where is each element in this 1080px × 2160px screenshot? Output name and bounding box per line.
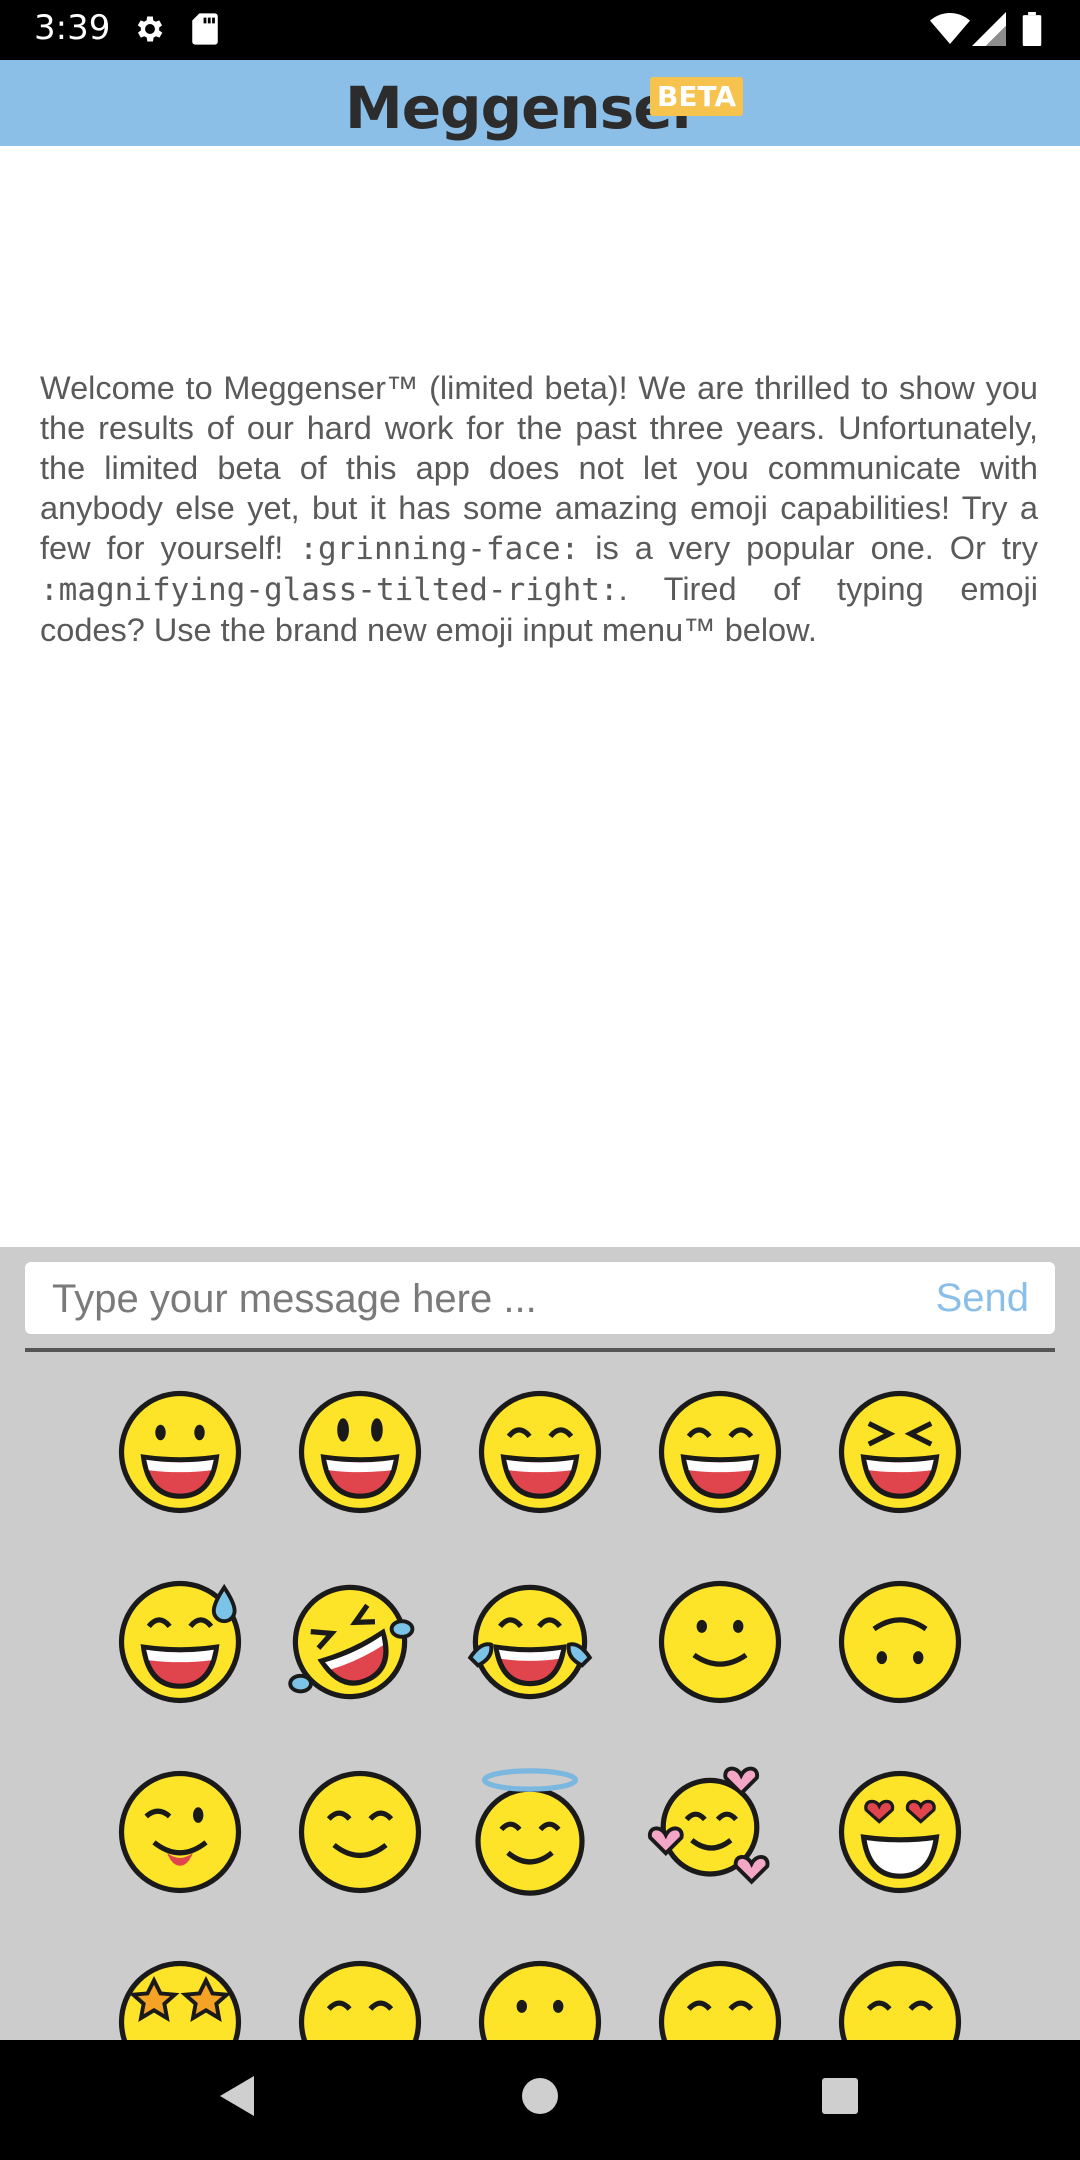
emoji-grinning-squinting-face[interactable]	[475, 1387, 605, 1517]
status-time: 3:39	[34, 8, 111, 48]
emoji-code-grinning-face: :grinning-face:	[299, 531, 580, 567]
emoji-face-partial[interactable]	[475, 1957, 605, 2040]
emoji-face-with-tears-of-joy[interactable]	[465, 1577, 595, 1707]
recents-icon[interactable]	[820, 2074, 860, 2123]
app-title: Meggenser	[345, 74, 700, 142]
message-box: Send	[25, 1262, 1055, 1334]
wifi-icon	[930, 12, 970, 51]
emoji-smiling-face-smiling-eyes[interactable]	[295, 1767, 425, 1897]
emoji-rolling-on-floor-laughing[interactable]	[285, 1577, 415, 1707]
status-bar: 3:39	[0, 0, 1080, 60]
navigation-bar	[0, 2040, 1080, 2160]
emoji-slightly-smiling-face[interactable]	[655, 1577, 785, 1707]
home-icon[interactable]	[520, 2074, 560, 2123]
message-input[interactable]	[50, 1270, 914, 1328]
emoji-grinning-face-sweat[interactable]	[115, 1577, 245, 1707]
emoji-smiling-face-heart-eyes[interactable]	[835, 1767, 965, 1897]
emoji-grinning-face-big-eyes[interactable]	[295, 1387, 425, 1517]
emoji-squinting-face-x-eyes[interactable]	[835, 1387, 965, 1517]
input-underline	[25, 1348, 1055, 1352]
emoji-face-partial[interactable]	[655, 1957, 785, 2040]
gear-icon	[133, 12, 167, 51]
beta-badge: BETA	[650, 77, 744, 116]
emoji-beaming-face[interactable]	[655, 1387, 785, 1517]
signal-icon	[972, 12, 1006, 51]
sd-card-icon	[190, 12, 220, 51]
back-icon[interactable]	[218, 2074, 256, 2123]
emoji-face-partial[interactable]	[295, 1957, 425, 2040]
send-button[interactable]: Send	[936, 1276, 1029, 1321]
welcome-message: Welcome to Meggenser™ (limited beta)! We…	[40, 368, 1038, 650]
emoji-upside-down-face[interactable]	[835, 1577, 965, 1707]
battery-icon	[1022, 12, 1042, 51]
emoji-grinning-face[interactable]	[115, 1387, 245, 1517]
welcome-text: is a very popular one. Or try	[579, 530, 1038, 566]
app-bar: Meggenser BETA	[0, 60, 1080, 146]
emoji-code-magnifying-glass: :magnifying-glass-tilted-right:	[40, 572, 619, 608]
emoji-face-partial[interactable]	[835, 1957, 965, 2040]
emoji-star-struck[interactable]	[115, 1957, 245, 2040]
emoji-smiling-face-hearts[interactable]	[645, 1757, 775, 1887]
composer-panel: Send	[0, 1247, 1080, 2040]
emoji-winking-face[interactable]	[115, 1767, 245, 1897]
emoji-smiling-face-halo[interactable]	[465, 1767, 595, 1897]
